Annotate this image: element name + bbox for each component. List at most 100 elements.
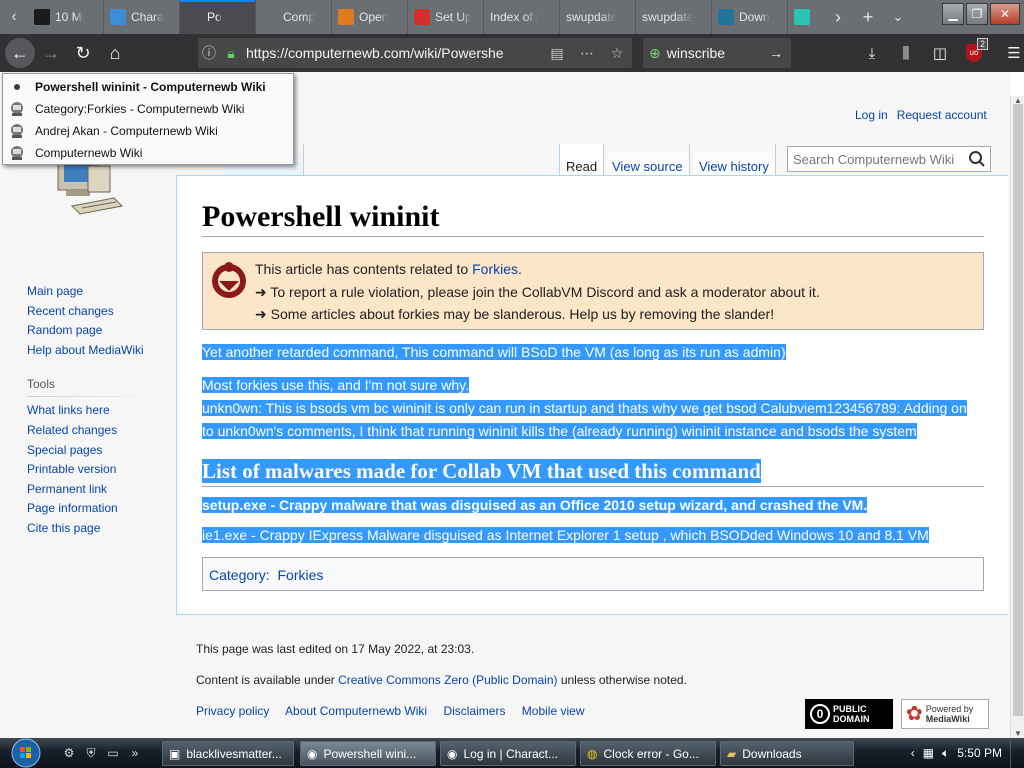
history-item[interactable]: Powershell wininit - Computernewb Wiki bbox=[3, 76, 293, 98]
forkies-link[interactable]: Forkies bbox=[472, 261, 518, 277]
sidebar-item-page-information[interactable]: Page information bbox=[27, 499, 167, 519]
browser-tab[interactable]: Po bbox=[180, 0, 256, 34]
sidebar-item-printable-version[interactable]: Printable version bbox=[27, 460, 167, 480]
reader-view-icon[interactable]: ▤ bbox=[542, 45, 572, 62]
forward-button[interactable]: → bbox=[35, 37, 67, 69]
sidebar-item-main-page[interactable]: Main page bbox=[27, 282, 167, 302]
category-label-link[interactable]: Category: bbox=[209, 567, 270, 583]
home-button[interactable]: ⌂ bbox=[99, 37, 131, 69]
taskbar-button[interactable]: ◉ Log in | Charact... bbox=[440, 741, 576, 766]
menu-icon[interactable]: ☰ bbox=[998, 38, 1024, 68]
category-forkies-link[interactable]: Forkies bbox=[277, 567, 323, 583]
privacy-policy-link[interactable]: Privacy policy bbox=[196, 704, 269, 718]
network-icon[interactable]: ▦ bbox=[923, 746, 934, 760]
search-go-icon[interactable]: → bbox=[769, 45, 783, 61]
sidebar-item-related-changes[interactable]: Related changes bbox=[27, 421, 167, 441]
tray-expand-icon[interactable]: ‹ bbox=[911, 746, 915, 760]
lock-icon[interactable]: 🔒︎ bbox=[220, 45, 242, 62]
browser-tab[interactable]: Comp bbox=[256, 0, 332, 34]
sidebar-item-help[interactable]: Help about MediaWiki bbox=[27, 341, 167, 361]
selected-text: Most forkies use this, and I'm not sure … bbox=[202, 377, 469, 393]
search-input[interactable]: winscribe bbox=[667, 45, 725, 61]
scrollbar-thumb[interactable] bbox=[1013, 104, 1023, 716]
taskbar-button[interactable]: ▣ blacklivesmatter... bbox=[162, 741, 294, 766]
browser-tab-label: swupdate bbox=[642, 10, 694, 24]
url-text[interactable]: https://computernewb.com/wiki/Powershe bbox=[242, 45, 542, 61]
sidebar-item-random-page[interactable]: Random page bbox=[27, 321, 167, 341]
minimize-button[interactable]: ▁ bbox=[942, 3, 964, 25]
10-icon bbox=[34, 9, 50, 25]
browser-tab[interactable]: Set Up bbox=[408, 0, 484, 34]
tab-read[interactable]: Read bbox=[559, 144, 605, 176]
public-domain-badge[interactable]: 0 PUBLIC DOMAIN bbox=[805, 699, 893, 729]
history-item[interactable]: Computernewb Wiki bbox=[3, 142, 293, 164]
tab-view-source[interactable]: View source bbox=[606, 144, 690, 176]
sidebar-item-what-links-here[interactable]: What links here bbox=[27, 401, 167, 421]
taskbar-button[interactable]: ◉ Powershell wini... bbox=[300, 741, 436, 766]
license-link[interactable]: Creative Commons Zero (Public Domain) bbox=[338, 673, 557, 687]
taskbar-app-icon: ▣ bbox=[169, 746, 181, 761]
sidebar-item-cite-this-page[interactable]: Cite this page bbox=[27, 519, 167, 539]
search-bar[interactable]: ⊕ winscribe → bbox=[643, 38, 791, 68]
downloads-icon[interactable]: ⤓ bbox=[856, 38, 888, 68]
openvpn-icon bbox=[338, 9, 354, 25]
history-item[interactable]: Andrej Akan - Computernewb Wiki bbox=[3, 120, 293, 142]
bookmark-star-icon[interactable]: ☆ bbox=[602, 45, 632, 62]
disclaimers-link[interactable]: Disclaimers bbox=[443, 704, 505, 718]
tab-view-history[interactable]: View history bbox=[693, 144, 776, 176]
browser-tab[interactable]: Chara bbox=[104, 0, 180, 34]
forkies-notice-box: This article has contents related to For… bbox=[202, 252, 984, 330]
mobile-view-link[interactable]: Mobile view bbox=[522, 704, 585, 718]
ublock-icon[interactable]: uo 2 bbox=[958, 38, 990, 68]
browser-tab-label: Chara bbox=[131, 10, 164, 24]
sidebar-item-recent-changes[interactable]: Recent changes bbox=[27, 302, 167, 322]
firefox-icon: ◉ bbox=[307, 746, 318, 761]
search-engine-icon[interactable]: ⊕ bbox=[649, 45, 661, 62]
show-desktop-strip[interactable] bbox=[1010, 738, 1020, 768]
quicklaunch-shield-icon[interactable]: ⛨ bbox=[82, 744, 100, 762]
tab-scroll-right-button[interactable]: › bbox=[823, 0, 853, 34]
browser-tab-label: Comp bbox=[283, 10, 316, 24]
sidebar-item-permanent-link[interactable]: Permanent link bbox=[27, 480, 167, 500]
info-icon[interactable]: ⓘ bbox=[198, 43, 220, 63]
browser-tab[interactable]: Index of / bbox=[484, 0, 560, 34]
login-link[interactable]: Log in bbox=[855, 108, 888, 122]
start-button[interactable] bbox=[6, 738, 46, 768]
about-link[interactable]: About Computernewb Wiki bbox=[285, 704, 427, 718]
volume-icon[interactable]: 🔈︎ bbox=[942, 746, 949, 761]
powered-by-mediawiki-badge[interactable]: ✿ Powered by MediaWiki bbox=[901, 699, 989, 729]
clock[interactable]: 5:50 PM bbox=[957, 746, 1002, 760]
request-account-link[interactable]: Request account bbox=[897, 108, 987, 122]
reload-button[interactable]: ↻ bbox=[67, 37, 99, 69]
wiki-search-input[interactable]: Search Computernewb Wiki bbox=[787, 146, 991, 172]
browser-tab[interactable]: Open bbox=[332, 0, 408, 34]
show-desktop-icon[interactable]: ▭ bbox=[104, 744, 122, 762]
quicklaunch-app-icon[interactable]: ⚙ bbox=[60, 744, 78, 762]
browser-tab[interactable]: swupdate bbox=[636, 0, 712, 34]
taskbar-button-label: Downloads bbox=[742, 746, 802, 761]
list-all-tabs-button[interactable]: ⌄ bbox=[883, 0, 913, 34]
page-scrollbar[interactable]: ▲ ▼ bbox=[1010, 96, 1024, 738]
browser-tab[interactable]: Down bbox=[712, 0, 788, 34]
browser-tab[interactable]: 10 Mi bbox=[28, 0, 104, 34]
taskbar-button[interactable]: ◍ Clock error - Go... bbox=[580, 741, 716, 766]
scroll-down-arrow-icon[interactable]: ▼ bbox=[1011, 729, 1024, 738]
browser-tab[interactable]: swupdate bbox=[560, 0, 636, 34]
quicklaunch-more-icon[interactable]: » bbox=[126, 744, 144, 762]
close-window-button[interactable]: ✕ bbox=[990, 3, 1020, 25]
browser-tab[interactable] bbox=[788, 0, 823, 34]
sidebar-item-special-pages[interactable]: Special pages bbox=[27, 441, 167, 461]
taskbar-button[interactable]: ▰ Downloads bbox=[720, 741, 854, 766]
library-icon[interactable]: ⫼ bbox=[890, 38, 922, 68]
back-button[interactable]: ← bbox=[5, 38, 35, 68]
forkies-logo-icon bbox=[209, 259, 249, 302]
page-actions-icon[interactable]: ⋯ bbox=[572, 45, 602, 62]
search-icon[interactable] bbox=[968, 150, 986, 171]
tab-scroll-left-button[interactable]: ‹ bbox=[0, 0, 28, 34]
url-bar[interactable]: ⓘ 🔒︎ https://computernewb.com/wiki/Power… bbox=[198, 38, 632, 68]
history-item[interactable]: Category:Forkies - Computernewb Wiki bbox=[3, 98, 293, 120]
maximize-button[interactable]: ❐ bbox=[966, 3, 988, 25]
selected-text: unkn0wn: This is bsods vm bc wininit is … bbox=[202, 400, 967, 416]
sidebar-icon[interactable]: ◫ bbox=[924, 38, 956, 68]
new-tab-button[interactable]: + bbox=[853, 0, 883, 34]
